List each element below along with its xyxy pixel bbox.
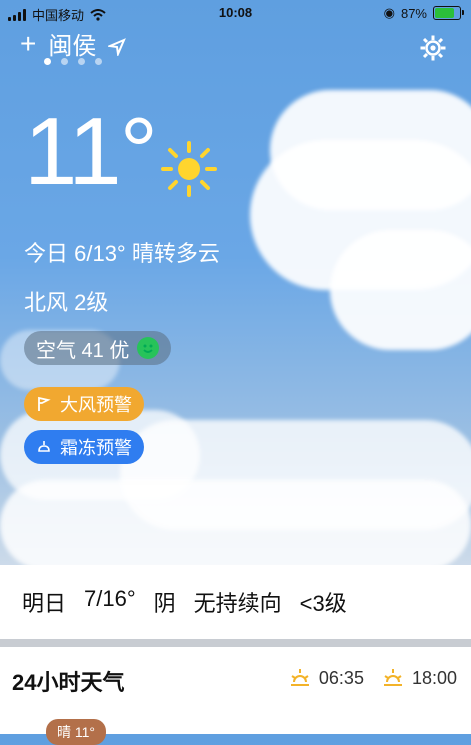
wind-warning-pill[interactable]: 大风预警 xyxy=(24,387,144,421)
tomorrow-temp: 7/16° xyxy=(84,586,136,611)
air-quality-label: 空气 41 优 xyxy=(36,339,130,362)
tomorrow-wind-dir: 无持续向 xyxy=(193,591,282,616)
wind-info: 北风 2级 xyxy=(24,290,109,315)
topbar: + 闽侯 xyxy=(20,26,127,61)
add-city-button[interactable]: + xyxy=(20,29,36,58)
battery-percent: 87% xyxy=(400,5,427,21)
sunrise-time: 06:35 xyxy=(318,667,364,688)
tomorrow-card[interactable]: 明日 7/16° 阴 无持续向 <3级 xyxy=(0,565,471,639)
page-dot xyxy=(78,58,85,65)
sun-times: 06:35 18:00 xyxy=(289,667,457,689)
frost-warning-label: 霜冻预警 xyxy=(60,438,132,458)
hourly-chip: 晴 11° xyxy=(46,719,106,745)
hourly-title: 24小时天气 xyxy=(12,670,125,695)
tomorrow-day: 明日 xyxy=(22,591,67,616)
settings-gear-icon[interactable] xyxy=(419,34,447,62)
current-temperature: 11° xyxy=(24,98,158,205)
rotation-lock-icon: ◉ xyxy=(383,5,395,20)
sunset-time: 18:00 xyxy=(411,667,457,688)
air-quality-pill[interactable]: 空气 41 优 xyxy=(24,331,172,365)
frost-warning-pill[interactable]: 霜冻预警 xyxy=(24,430,144,464)
smile-icon xyxy=(137,337,160,359)
section-divider xyxy=(0,639,471,647)
status-right: ◉ 87% xyxy=(383,5,464,21)
status-bar: 中国移动 10:08 ◉ 87% xyxy=(0,0,471,24)
tomorrow-wind-level: <3级 xyxy=(299,591,347,616)
city-name[interactable]: 闽侯 xyxy=(48,26,96,61)
hourly-section: 24小时天气 06:35 18:00 晴 11° xyxy=(0,647,471,745)
sunrise-icon xyxy=(289,667,311,689)
flag-icon xyxy=(36,396,52,412)
page-indicator xyxy=(44,58,102,65)
sunset-icon xyxy=(382,667,404,689)
frost-icon xyxy=(36,439,52,455)
sun-icon xyxy=(160,140,218,198)
page-dot xyxy=(44,58,51,65)
page-dot xyxy=(95,58,102,65)
location-arrow-icon xyxy=(106,35,127,58)
page-dot xyxy=(61,58,68,65)
today-summary: 今日 6/13° 晴转多云 xyxy=(24,241,220,266)
wind-warning-label: 大风预警 xyxy=(60,395,132,415)
battery-icon xyxy=(433,6,464,20)
tomorrow-condition: 阴 xyxy=(153,591,176,616)
